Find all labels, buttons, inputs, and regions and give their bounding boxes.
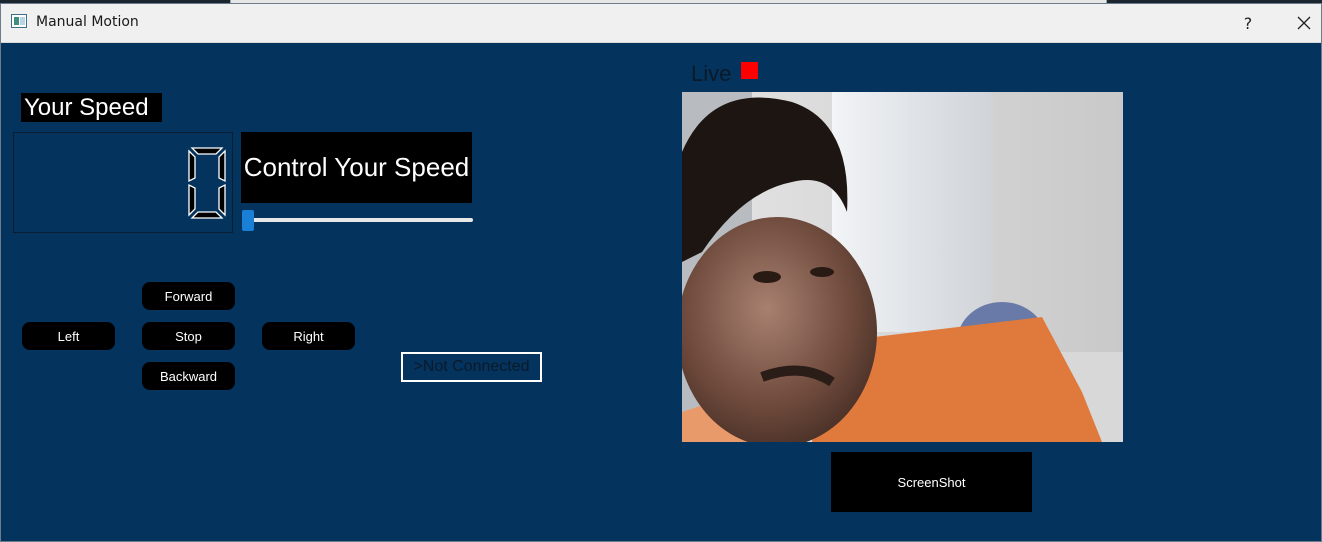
your-speed-label: Your Speed [21, 93, 162, 122]
title-bar: Manual Motion ? [1, 4, 1321, 43]
manual-motion-window: Manual Motion ? Your Speed 0 Control You… [0, 3, 1322, 542]
live-label: Live [691, 61, 732, 86]
stop-button[interactable]: Stop [142, 322, 235, 350]
right-button[interactable]: Right [262, 322, 355, 350]
speed-lcd-display: 0 [13, 132, 233, 233]
webcam-feed-image [682, 92, 1123, 442]
screenshot-button[interactable]: ScreenShot [831, 452, 1032, 512]
lcd-digit-zero [188, 147, 226, 219]
help-button[interactable]: ? [1233, 8, 1263, 38]
left-button[interactable]: Left [22, 322, 115, 350]
control-speed-label: Control Your Speed [241, 132, 472, 203]
speed-slider-track[interactable] [244, 218, 473, 222]
speed-slider-handle[interactable] [242, 210, 254, 231]
backward-button[interactable]: Backward [142, 362, 235, 390]
window-app-icon [11, 14, 27, 28]
forward-button[interactable]: Forward [142, 282, 235, 310]
window-title: Manual Motion [36, 14, 139, 30]
connection-status: >Not Connected [401, 352, 542, 382]
close-icon [1297, 16, 1311, 30]
live-indicator [741, 62, 758, 79]
close-button[interactable] [1289, 8, 1319, 38]
